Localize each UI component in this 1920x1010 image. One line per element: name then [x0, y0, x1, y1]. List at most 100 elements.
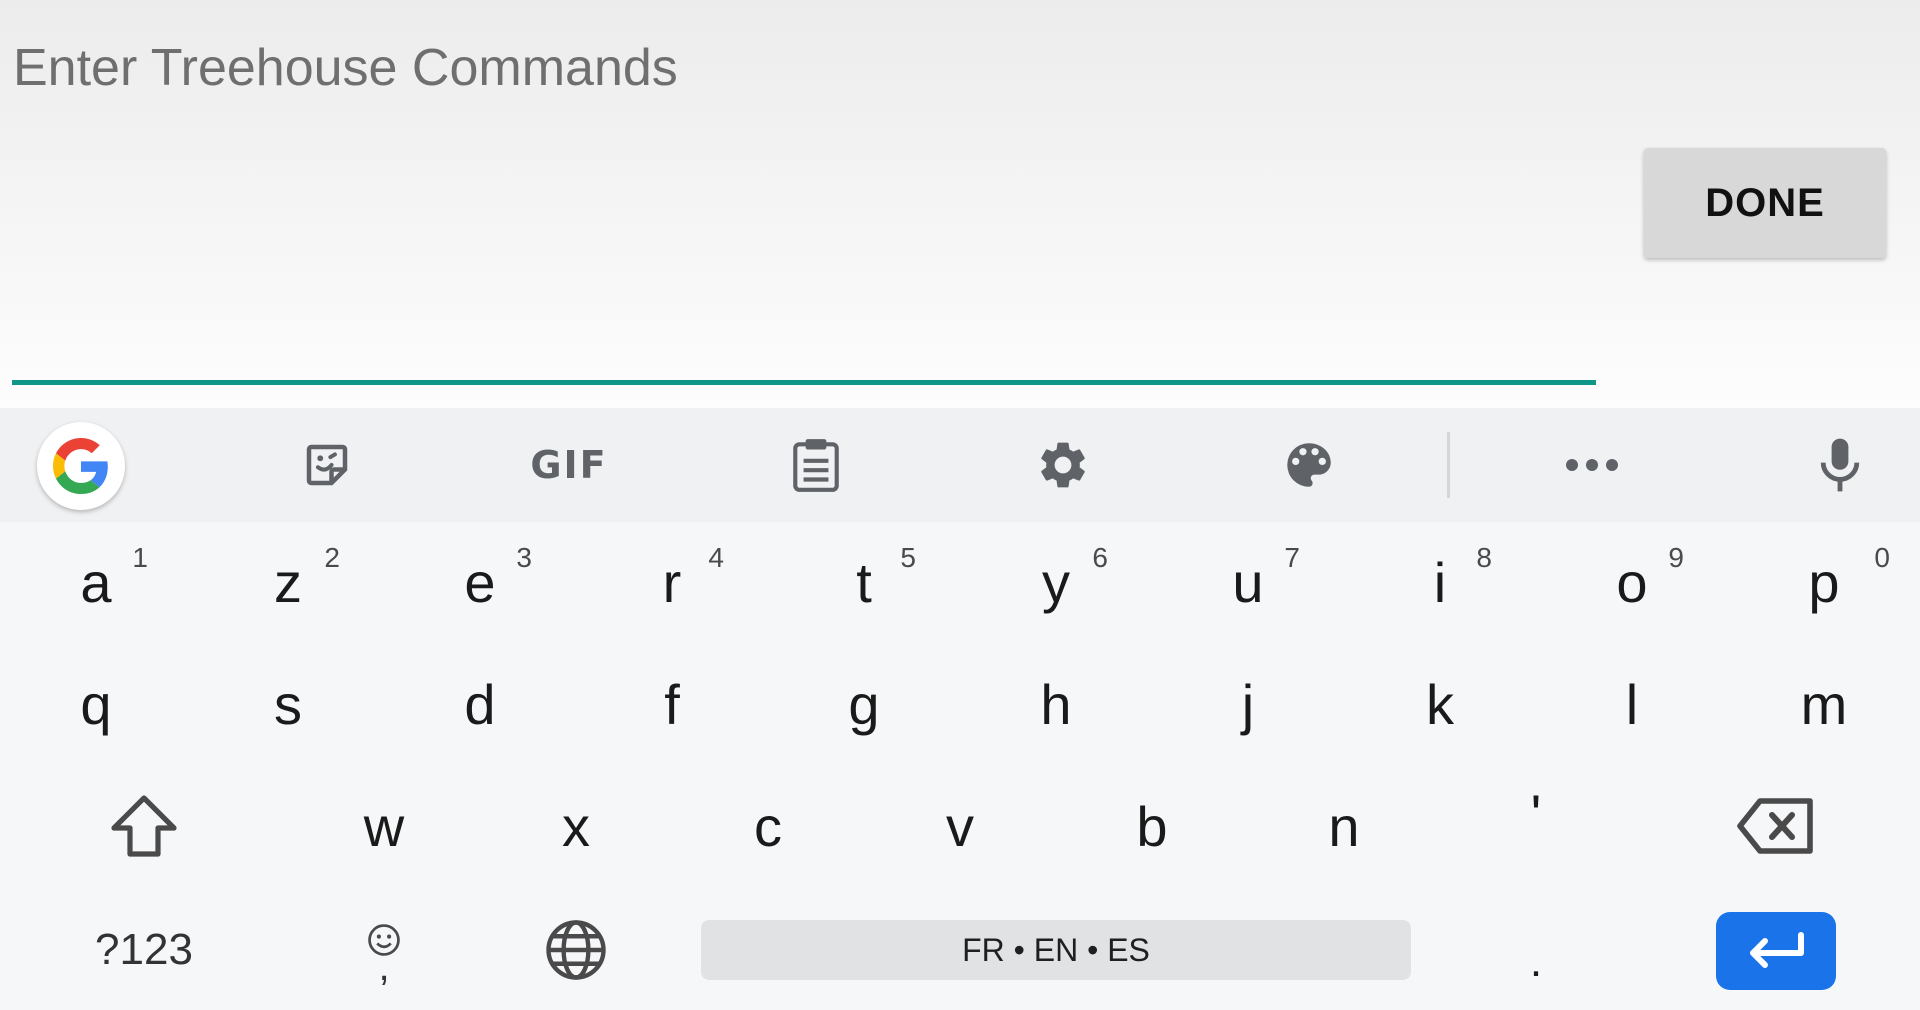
- clipboard-icon: [793, 439, 839, 492]
- keyboard-keys: a 1 z 2 e 3 r 4 t 5 y 6 u 7 i 8 o 9 p 0 …: [0, 522, 1920, 1009]
- key-label: h: [1040, 672, 1072, 736]
- key-w[interactable]: w: [288, 766, 480, 886]
- key-label: s: [274, 672, 302, 736]
- key-hint: 0: [1874, 542, 1890, 573]
- language-switch-key[interactable]: [480, 890, 672, 1010]
- key-label: t: [856, 550, 872, 614]
- key-label: m: [1800, 672, 1848, 736]
- key-label: q: [80, 672, 112, 736]
- key-d[interactable]: d: [384, 644, 576, 764]
- key-t[interactable]: t 5: [768, 522, 960, 642]
- space-bar[interactable]: FR • EN • ES: [701, 920, 1411, 980]
- key-label: o: [1616, 550, 1648, 614]
- enter-icon: [1750, 932, 1804, 968]
- key-hint: 1: [132, 542, 148, 573]
- keyboard-toolbar: GIF: [0, 408, 1920, 522]
- key-y[interactable]: y 6: [960, 522, 1152, 642]
- google-g-icon: [53, 438, 108, 494]
- space-label: FR • EN • ES: [962, 931, 1150, 968]
- key-hint: 7: [1284, 542, 1300, 573]
- key-k[interactable]: k: [1344, 644, 1536, 764]
- toolbar-divider: [1447, 432, 1450, 498]
- clipboard-button[interactable]: [756, 408, 876, 522]
- key-b[interactable]: b: [1056, 766, 1248, 886]
- key-label: a: [80, 550, 112, 614]
- period-label: .: [1529, 937, 1543, 986]
- sticker-icon: [306, 444, 348, 486]
- key-g[interactable]: g: [768, 644, 960, 764]
- palette-icon: [1287, 443, 1331, 487]
- key-label: d: [464, 672, 496, 736]
- key-label: g: [848, 672, 880, 736]
- shift-icon: [111, 795, 177, 857]
- key-label: y: [1042, 550, 1070, 614]
- emoji-comma-key[interactable]: ,: [288, 890, 480, 1010]
- key-hint: 8: [1476, 542, 1492, 573]
- key-u[interactable]: u 7: [1152, 522, 1344, 642]
- command-input-area: Enter Treehouse Commands DONE: [0, 0, 1920, 408]
- period-key[interactable]: .: [1440, 890, 1632, 1010]
- gear-icon: [1041, 442, 1085, 488]
- key-label: f: [664, 672, 680, 736]
- backspace-key[interactable]: [1680, 766, 1872, 886]
- key-apostrophe[interactable]: ': [1440, 754, 1632, 874]
- symbols-key[interactable]: ?123: [48, 890, 240, 1010]
- key-r[interactable]: r 4: [576, 522, 768, 642]
- shift-key[interactable]: [48, 766, 240, 886]
- gif-icon: GIF: [530, 443, 608, 487]
- key-z[interactable]: z 2: [192, 522, 384, 642]
- key-l[interactable]: l: [1536, 644, 1728, 764]
- key-hint: 9: [1668, 542, 1684, 573]
- key-n[interactable]: n: [1248, 766, 1440, 886]
- google-search-button[interactable]: [37, 422, 125, 510]
- key-a[interactable]: a 1: [0, 522, 192, 642]
- key-label: l: [1625, 672, 1639, 736]
- key-label: ': [1530, 782, 1542, 846]
- input-underline: [12, 380, 1596, 385]
- key-label: j: [1241, 672, 1255, 736]
- key-v[interactable]: v: [864, 766, 1056, 886]
- key-label: k: [1426, 672, 1454, 736]
- voice-input-button[interactable]: [1780, 408, 1900, 522]
- key-o[interactable]: o 9: [1536, 522, 1728, 642]
- key-hint: 5: [900, 542, 916, 573]
- key-label: e: [464, 550, 496, 614]
- key-x[interactable]: x: [480, 766, 672, 886]
- key-label: b: [1136, 794, 1168, 858]
- key-hint: 4: [708, 542, 724, 573]
- backspace-icon: [1737, 798, 1813, 854]
- key-label: z: [274, 550, 302, 614]
- key-hint: 3: [516, 542, 532, 573]
- sticker-button[interactable]: [267, 408, 387, 522]
- theme-button[interactable]: [1249, 408, 1369, 522]
- key-p[interactable]: p 0: [1728, 522, 1920, 642]
- gif-button[interactable]: GIF: [509, 408, 629, 522]
- key-label: u: [1232, 550, 1264, 614]
- key-i[interactable]: i 8: [1344, 522, 1536, 642]
- key-label: p: [1808, 550, 1840, 614]
- enter-key[interactable]: [1716, 912, 1836, 990]
- key-s[interactable]: s: [192, 644, 384, 764]
- key-j[interactable]: j: [1152, 644, 1344, 764]
- key-q[interactable]: q: [0, 644, 192, 764]
- done-button[interactable]: DONE: [1644, 148, 1886, 258]
- key-label: x: [562, 794, 590, 858]
- key-m[interactable]: m: [1728, 644, 1920, 764]
- more-options-button[interactable]: [1532, 408, 1652, 522]
- key-label: i: [1433, 550, 1447, 614]
- key-label: n: [1328, 794, 1360, 858]
- settings-button[interactable]: [1003, 408, 1123, 522]
- command-input-field[interactable]: [12, 20, 1597, 408]
- microphone-icon: [1820, 438, 1860, 492]
- key-f[interactable]: f: [576, 644, 768, 764]
- symbols-label: ?123: [95, 925, 193, 974]
- comma-label: ,: [378, 945, 390, 989]
- more-horizontal-icon: [1566, 459, 1618, 471]
- key-label: v: [946, 794, 974, 858]
- key-label: r: [662, 550, 682, 614]
- key-c[interactable]: c: [672, 766, 864, 886]
- key-label: c: [754, 794, 782, 858]
- key-e[interactable]: e 3: [384, 522, 576, 642]
- key-hint: 2: [324, 542, 340, 573]
- key-h[interactable]: h: [960, 644, 1152, 764]
